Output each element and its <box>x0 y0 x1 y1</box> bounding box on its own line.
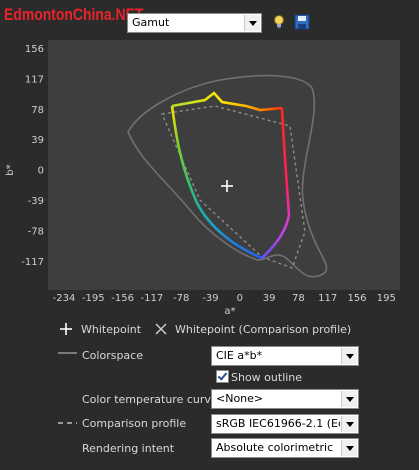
chevron-down-icon <box>341 391 357 407</box>
y-axis-label: b* <box>5 164 16 175</box>
whitepoint-comparison-legend-label: Whitepoint (Comparison profile) <box>175 323 352 336</box>
x-tick-label: -156 <box>111 293 134 304</box>
chevron-down-icon <box>244 15 260 31</box>
rendering-intent-select-value: Absolute colorimetric <box>216 441 334 454</box>
color-temp-select-value: <None> <box>216 392 264 405</box>
x-tick-label: 156 <box>347 293 366 304</box>
colorspace-select-value: CIE a*b* <box>216 349 263 362</box>
y-tick-label: -117 <box>21 257 44 268</box>
x-tick-label: 195 <box>377 293 396 304</box>
colorspace-select[interactable]: CIE a*b* <box>211 346 359 366</box>
y-tick-label: 39 <box>31 135 44 146</box>
chevron-down-icon <box>341 416 357 432</box>
x-tick-label: -78 <box>173 293 189 304</box>
y-tick-label: 156 <box>25 44 44 55</box>
whitepoint-legend-label: Whitepoint <box>81 323 142 336</box>
color-temp-label: Color temperature curve <box>82 393 218 406</box>
x-axis-label: a* <box>224 306 235 317</box>
lightbulb-icon[interactable] <box>271 14 287 30</box>
x-tick-label: 39 <box>263 293 276 304</box>
comparison-dashed-line-icon <box>58 422 77 424</box>
y-tick-label: -39 <box>28 196 44 207</box>
view-select-value: Gamut <box>132 16 170 29</box>
watermark-text: EdmontonChina.NET <box>4 5 144 24</box>
plot-area <box>48 40 400 290</box>
rendering-intent-select[interactable]: Absolute colorimetric <box>211 438 359 458</box>
comparison-profile-label: Comparison profile <box>82 417 187 430</box>
color-temp-select[interactable]: <None> <box>211 389 359 409</box>
chevron-down-icon <box>341 440 357 456</box>
y-tick-label: 78 <box>31 105 44 116</box>
y-tick-label: 0 <box>38 166 44 177</box>
y-tick-label: -78 <box>28 226 44 237</box>
x-tick-label: -234 <box>53 293 76 304</box>
chevron-down-icon <box>341 348 357 364</box>
x-tick-label: 0 <box>237 293 243 304</box>
save-icon[interactable] <box>294 14 310 30</box>
whitepoint-plus-icon <box>60 323 72 335</box>
x-tick-label: 117 <box>318 293 337 304</box>
view-select[interactable]: Gamut <box>127 13 262 33</box>
x-tick-label: 78 <box>292 293 305 304</box>
show-outline-checkbox[interactable] <box>216 370 229 383</box>
comparison-profile-select-value: sRGB IEC61966-2.1 (Equiv <box>216 417 340 430</box>
colorspace-line-icon <box>58 352 77 354</box>
comparison-profile-select[interactable]: sRGB IEC61966-2.1 (Equiv <box>211 414 359 434</box>
x-tick-label: -117 <box>141 293 164 304</box>
x-tick-label: -195 <box>82 293 105 304</box>
show-outline-label: Show outline <box>231 371 303 384</box>
x-tick-label: -39 <box>202 293 218 304</box>
y-tick-label: 117 <box>25 74 44 85</box>
rendering-intent-label: Rendering intent <box>82 442 175 455</box>
whitepoint-comparison-x-icon <box>155 323 167 335</box>
colorspace-label: Colorspace <box>82 349 143 362</box>
